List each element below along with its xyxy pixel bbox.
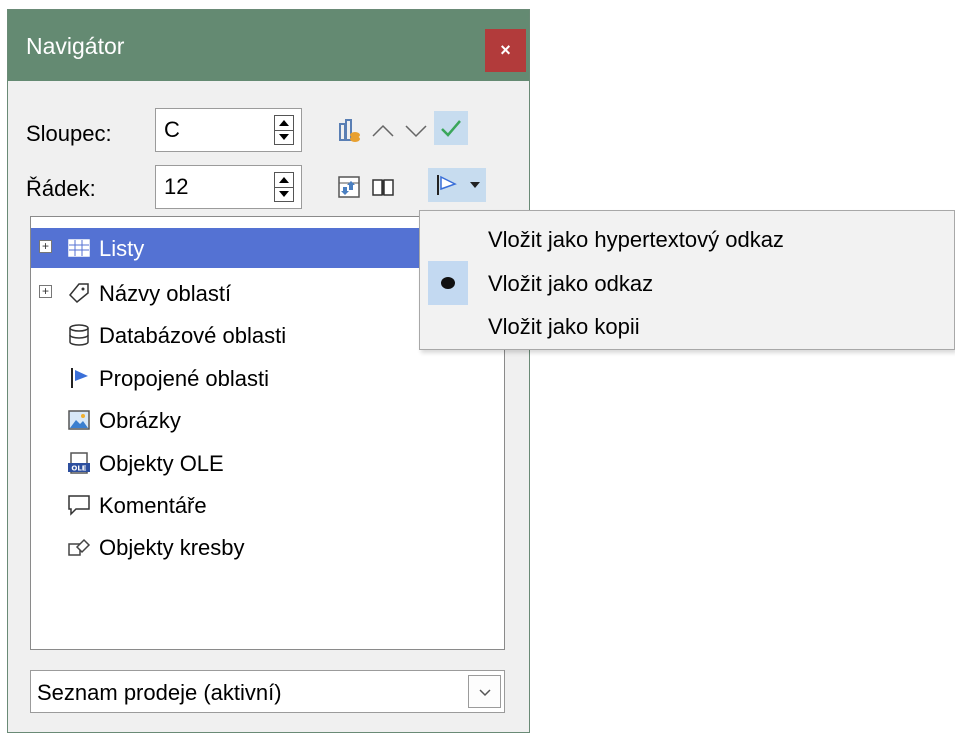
next-button[interactable] — [401, 114, 431, 148]
comment-icon — [68, 495, 90, 516]
bullet-icon — [441, 277, 455, 289]
drag-mode-button[interactable] — [428, 168, 464, 202]
toggle-icon — [339, 119, 360, 142]
tree-item-label: Názvy oblastí — [99, 281, 232, 306]
apply-button[interactable] — [434, 111, 468, 145]
up-icon — [372, 124, 394, 137]
tree-item-label: Propojené oblasti — [99, 366, 270, 391]
tree-item-label: Listy — [99, 236, 145, 261]
menu-item-label: Vložit jako kopii — [488, 314, 640, 339]
row-value[interactable]: 12 — [164, 174, 188, 200]
menu-item-insert-hyperlink[interactable]: Vložit jako hypertextový odkaz — [420, 217, 954, 261]
tree-item-label: Obrázky — [99, 408, 181, 433]
tree-item-label: Komentáře — [99, 493, 207, 518]
tree-item-drawing-objects[interactable]: Objekty kresby — [31, 527, 504, 567]
spin-up-icon[interactable] — [279, 177, 289, 183]
menu-item-insert-link[interactable]: Vložit jako odkaz — [420, 261, 954, 305]
image-icon — [68, 410, 90, 430]
menu-item-label: Vložit jako odkaz — [488, 271, 654, 296]
spin-down-icon[interactable] — [279, 191, 289, 197]
tree-item-label: Objekty OLE — [99, 451, 224, 476]
dropdown-arrow-icon — [470, 182, 480, 188]
toggle-button[interactable] — [334, 114, 364, 148]
spin-down-icon[interactable] — [279, 134, 289, 140]
content-view-button[interactable] — [334, 170, 364, 204]
tree-item-label: Objekty kresby — [99, 535, 245, 560]
drawing-icon — [68, 538, 91, 556]
database-icon — [69, 324, 89, 346]
column-label: Sloupec: — [26, 121, 112, 146]
close-button[interactable]: × — [485, 29, 526, 72]
tree-item-comments[interactable]: Komentáře — [31, 485, 504, 525]
svg-text:OLE: OLE — [71, 465, 86, 473]
tree-item-label: Databázové oblasti — [99, 323, 287, 348]
book-icon — [372, 179, 394, 196]
radio-checked-indicator — [428, 261, 468, 305]
content-view-icon — [338, 176, 360, 198]
row-spin-arrows[interactable] — [274, 172, 294, 202]
column-value[interactable]: C — [164, 117, 180, 143]
previous-button[interactable] — [368, 114, 398, 148]
sheets-icon — [68, 239, 90, 257]
drag-mode-flag-icon — [437, 175, 457, 195]
ole-icon: OLE — [68, 452, 90, 474]
down-icon — [405, 125, 427, 138]
window-title: Navigátor — [26, 33, 125, 59]
column-spinbox[interactable]: C — [155, 108, 302, 152]
tree-item-images[interactable]: Obrázky — [31, 400, 504, 440]
chevron-down-icon — [478, 688, 491, 696]
checkmark-icon — [441, 120, 461, 137]
flag-icon — [71, 368, 88, 388]
scenarios-button[interactable] — [368, 170, 398, 204]
document-selector[interactable]: Seznam prodeje (aktivní) — [30, 670, 505, 713]
column-spin-arrows[interactable] — [274, 115, 294, 145]
menu-item-label: Vložit jako hypertextový odkaz — [488, 227, 784, 252]
spin-up-icon[interactable] — [279, 120, 289, 126]
drag-mode-dropdown[interactable] — [464, 168, 486, 202]
document-selector-value: Seznam prodeje (aktivní) — [37, 680, 282, 705]
menu-item-insert-copy[interactable]: Vložit jako kopii — [420, 304, 954, 348]
expand-icon[interactable]: + — [39, 285, 52, 298]
tree-item-ole-objects[interactable]: OLE Objekty OLE — [31, 443, 504, 483]
navigator-panel: Navigátor × Sloupec: C Řádek: 12 + Listy… — [7, 9, 530, 733]
drag-mode-menu: Vložit jako hypertextový odkaz Vložit ja… — [419, 210, 955, 350]
expand-icon[interactable]: + — [39, 240, 52, 253]
row-spinbox[interactable]: 12 — [155, 165, 302, 209]
document-selector-dropdown[interactable] — [468, 675, 501, 708]
tag-icon — [68, 283, 89, 304]
close-icon: × — [500, 40, 511, 60]
tree-item-linked-ranges[interactable]: Propojené oblasti — [31, 358, 504, 398]
titlebar: Navigátor × — [8, 10, 529, 81]
row-label: Řádek: — [26, 176, 96, 201]
